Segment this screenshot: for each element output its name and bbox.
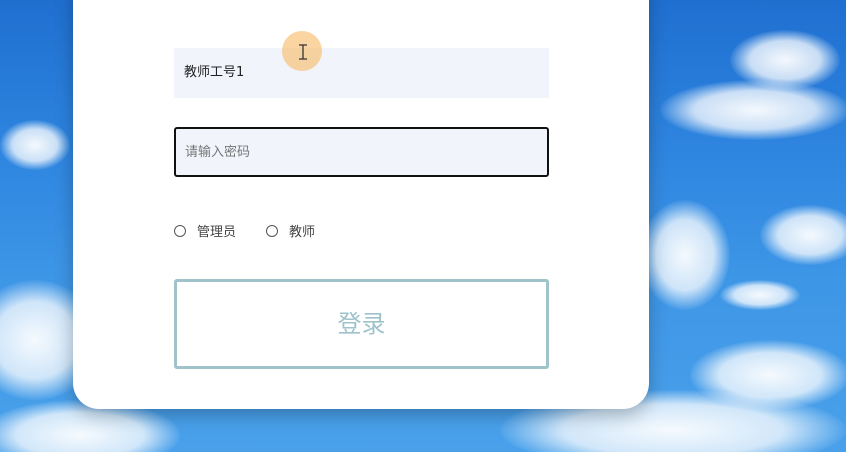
- role-radio-group: 管理员 教师: [174, 221, 345, 240]
- cloud: [760, 205, 846, 265]
- cloud: [720, 280, 800, 310]
- radio-button[interactable]: [174, 224, 186, 237]
- cloud: [640, 200, 730, 310]
- radio-label: 管理员: [197, 225, 237, 240]
- login-button[interactable]: 登录: [174, 279, 549, 369]
- cloud: [0, 120, 70, 170]
- radio-option-teacher[interactable]: 教师: [266, 221, 315, 240]
- sky-background: 教师工号1 管理员 教师 登录: [0, 0, 846, 452]
- radio-option-admin[interactable]: 管理员: [174, 221, 236, 240]
- text-cursor-icon: [299, 44, 307, 60]
- password-input[interactable]: [174, 127, 549, 177]
- cloud: [660, 80, 846, 140]
- radio-button[interactable]: [266, 224, 279, 237]
- radio-label: 教师: [289, 225, 316, 240]
- account-input[interactable]: 教师工号1: [174, 48, 549, 98]
